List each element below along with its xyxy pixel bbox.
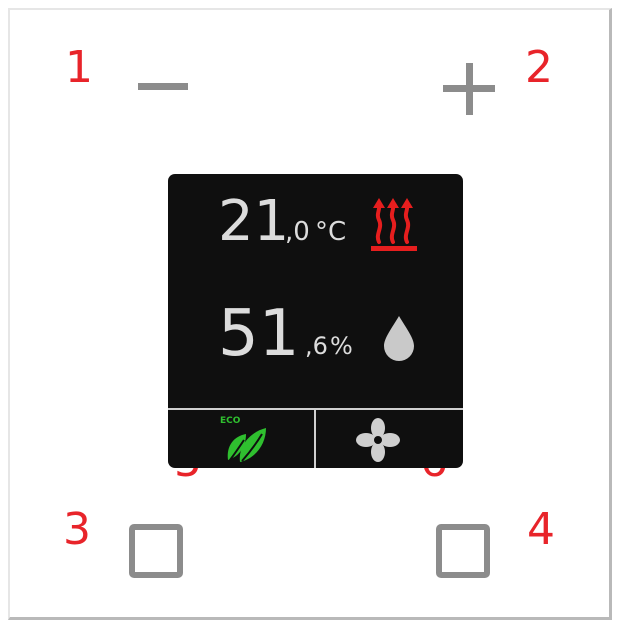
- display-divider-vertical: [314, 410, 316, 468]
- water-drop-icon: [384, 316, 414, 361]
- callout-4: 4: [527, 504, 555, 555]
- humidity-decimal: ,6: [305, 332, 328, 360]
- mode-button-left[interactable]: [129, 524, 183, 578]
- temperature-decimal: ,0: [285, 217, 310, 247]
- temperature-integer: 21: [218, 189, 290, 254]
- mode-button-right[interactable]: [436, 524, 490, 578]
- callout-3: 3: [63, 504, 91, 555]
- heating-icon: [371, 198, 417, 251]
- eco-leaf-icon: [227, 428, 266, 462]
- display-screen: 21 ,0 °C 51 ,6 % ECO: [168, 174, 463, 468]
- humidity-integer: 51: [218, 297, 300, 371]
- fan-icon[interactable]: [356, 418, 400, 462]
- minus-icon: [138, 83, 188, 90]
- eco-mode-indicator: ECO: [220, 416, 270, 464]
- humidity-unit: %: [330, 332, 353, 360]
- decrease-button[interactable]: [138, 83, 188, 91]
- callout-2: 2: [525, 42, 553, 93]
- increase-button[interactable]: [443, 63, 495, 115]
- temperature-unit: °C: [315, 217, 347, 247]
- callout-1: 1: [65, 42, 93, 93]
